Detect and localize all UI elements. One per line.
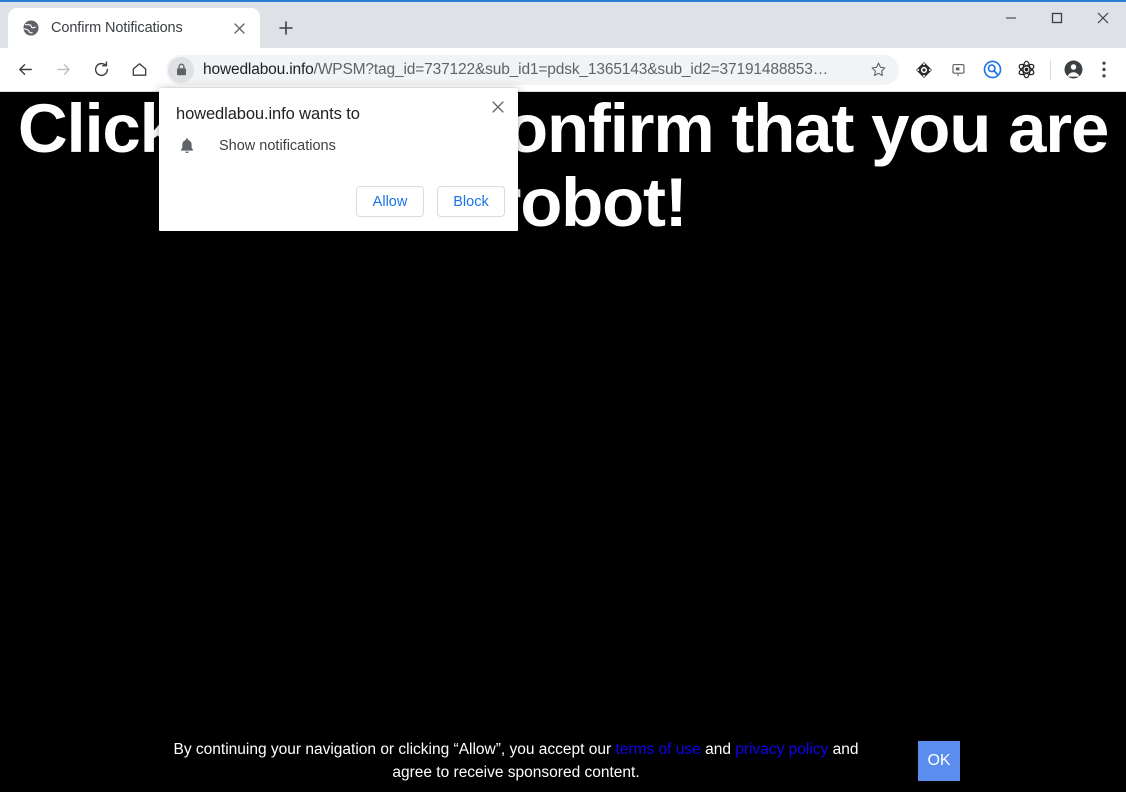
url-path: /WPSM?tag_id=737122&sub_id1=pdsk_1365143… xyxy=(314,61,828,78)
browser-window: Confirm Notifications xyxy=(0,0,1126,792)
address-bar[interactable]: howedlabou.info/WPSM?tag_id=737122&sub_i… xyxy=(166,55,899,85)
close-window-button[interactable] xyxy=(1080,2,1126,34)
notification-permission-dialog: howedlabou.info wants to Show notificati… xyxy=(159,88,518,231)
three-dot-menu-icon[interactable] xyxy=(1090,55,1118,85)
forward-arrow-icon xyxy=(46,53,80,87)
ok-button[interactable]: OK xyxy=(918,741,960,781)
browser-toolbar: howedlabou.info/WPSM?tag_id=737122&sub_i… xyxy=(0,48,1126,92)
maximize-button[interactable] xyxy=(1034,2,1080,34)
dialog-title: howedlabou.info wants to xyxy=(176,105,360,124)
consent-text-part1: By continuing your navigation or clickin… xyxy=(174,741,616,758)
terms-of-use-link[interactable]: terms of use xyxy=(616,741,701,758)
permission-row: Show notifications xyxy=(177,136,336,156)
permission-label: Show notifications xyxy=(219,138,336,154)
minimize-button[interactable] xyxy=(988,2,1034,34)
star-icon[interactable] xyxy=(863,55,893,85)
lock-icon[interactable] xyxy=(168,57,194,83)
consent-text: By continuing your navigation or clickin… xyxy=(166,738,866,784)
block-button[interactable]: Block xyxy=(437,186,505,217)
browser-tab[interactable]: Confirm Notifications xyxy=(8,8,260,48)
consent-banner: By continuing your navigation or clickin… xyxy=(0,738,1126,784)
back-arrow-icon[interactable] xyxy=(8,53,42,87)
browser-titlebar: Confirm Notifications xyxy=(0,0,1126,48)
diamond-extension-icon[interactable] xyxy=(910,56,938,84)
magnifier-extension-icon[interactable] xyxy=(978,56,1006,84)
dialog-actions: Allow Block xyxy=(343,186,505,217)
tab-strip: Confirm Notifications xyxy=(0,2,988,48)
bell-icon xyxy=(177,136,197,156)
allow-button[interactable]: Allow xyxy=(356,186,424,217)
home-icon[interactable] xyxy=(122,53,156,87)
url-host: howedlabou.info xyxy=(203,61,314,78)
tab-title: Confirm Notifications xyxy=(51,20,228,36)
window-controls xyxy=(988,2,1126,48)
globe-icon xyxy=(22,19,40,37)
close-icon[interactable] xyxy=(487,96,509,118)
profile-avatar-icon[interactable] xyxy=(1058,55,1088,85)
new-tab-button[interactable] xyxy=(269,11,303,45)
url-text: howedlabou.info/WPSM?tag_id=737122&sub_i… xyxy=(203,61,863,79)
privacy-policy-link[interactable]: privacy policy xyxy=(735,741,828,758)
toolbar-divider xyxy=(1050,60,1051,80)
consent-text-part2: and xyxy=(701,741,735,758)
reload-icon[interactable] xyxy=(84,53,118,87)
tab-close-icon[interactable] xyxy=(228,17,250,39)
cast-icon[interactable] xyxy=(944,56,972,84)
atom-extension-icon[interactable] xyxy=(1012,56,1040,84)
